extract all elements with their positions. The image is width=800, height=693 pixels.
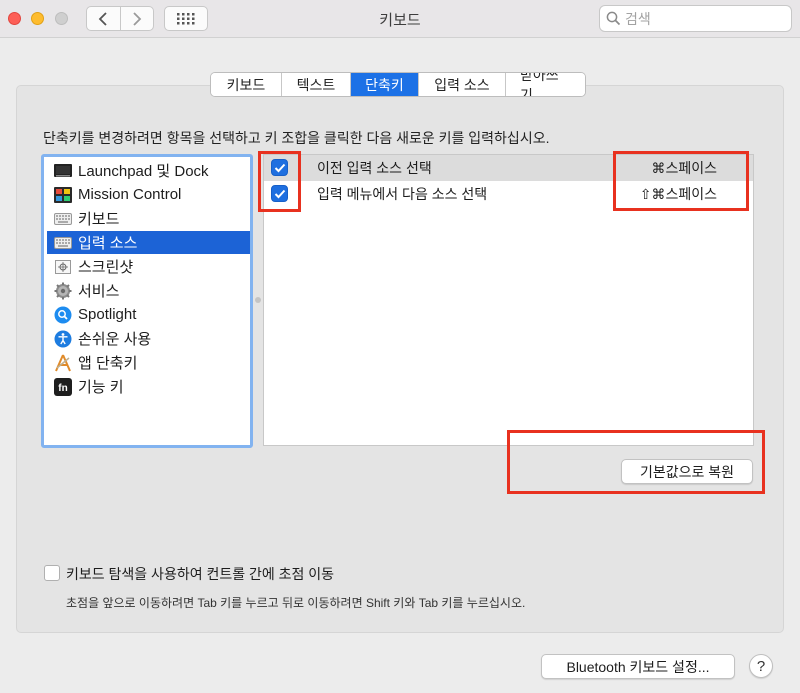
shortcut-label: 이전 입력 소스 선택	[317, 160, 432, 176]
list-item-label: Launchpad 및 Dock	[78, 163, 209, 180]
list-item-services[interactable]: 서비스	[47, 279, 250, 302]
help-button[interactable]: ?	[749, 654, 773, 678]
list-item-label: Spotlight	[78, 306, 137, 323]
keyboard-navigation-hint: 초점을 앞으로 이동하려면 Tab 키를 누르고 뒤로 이동하려면 Shift …	[66, 596, 526, 610]
search-field[interactable]: 검색	[599, 5, 792, 32]
list-item-label: 스크린샷	[78, 259, 134, 276]
shortcut-keys-highlight-box	[613, 151, 749, 211]
list-item-label: 손쉬운 사용	[78, 331, 152, 348]
split-view-divider[interactable]	[255, 297, 261, 303]
list-item-label: 앱 단축키	[78, 355, 138, 372]
keyboard-icon	[54, 210, 72, 228]
checkbox-highlight-box	[258, 151, 301, 212]
list-item-label: 키보드	[78, 211, 120, 228]
title-bar: 키보드 검색	[0, 0, 800, 38]
svg-text:fn: fn	[58, 383, 67, 394]
screenshot-icon	[54, 258, 72, 276]
launchpad-icon	[54, 162, 72, 180]
fn-key-icon: fn	[54, 377, 72, 396]
list-item-label: 입력 소스	[78, 235, 138, 252]
list-item-mission-control[interactable]: Mission Control	[47, 183, 250, 206]
tab-dictation[interactable]: 받아쓰기	[505, 73, 585, 96]
bluetooth-keyboard-setup-button[interactable]: Bluetooth 키보드 설정...	[541, 654, 735, 679]
tab-bar: 키보드 텍스트 단축키 입력 소스 받아쓰기	[210, 72, 586, 97]
keyboard-navigation-checkbox[interactable]	[44, 565, 60, 581]
list-item-screenshot[interactable]: 스크린샷	[47, 255, 250, 278]
restore-button-highlight-box	[507, 430, 765, 494]
tab-text[interactable]: 텍스트	[281, 73, 350, 96]
list-item-function-keys[interactable]: fn 기능 키	[47, 375, 250, 398]
list-item-label: 서비스	[78, 283, 120, 300]
keyboard-navigation-label: 키보드 탐색을 사용하여 컨트롤 간에 초점 이동	[66, 566, 335, 582]
tab-keyboard[interactable]: 키보드	[211, 73, 281, 96]
keyboard-icon	[54, 234, 72, 252]
list-item-launchpad-dock[interactable]: Launchpad 및 Dock	[47, 159, 250, 182]
list-item-spotlight[interactable]: Spotlight	[47, 303, 250, 326]
list-item-input-sources[interactable]: 입력 소스	[47, 231, 250, 254]
app-shortcuts-icon	[54, 354, 72, 372]
list-item-accessibility[interactable]: 손쉬운 사용	[47, 327, 250, 350]
instructions-text: 단축키를 변경하려면 항목을 선택하고 키 조합을 클릭한 다음 새로운 키를 …	[43, 130, 550, 146]
search-placeholder: 검색	[625, 10, 651, 27]
list-item-label: Mission Control	[78, 186, 182, 203]
shortcut-label: 입력 메뉴에서 다음 소스 선택	[317, 186, 488, 202]
list-item-label: 기능 키	[78, 379, 124, 396]
tab-input-sources[interactable]: 입력 소스	[418, 73, 505, 96]
search-icon	[606, 11, 621, 26]
shortcut-category-list[interactable]: Launchpad 및 Dock Mission Control 키보드 입력 …	[41, 154, 253, 448]
tab-shortcuts[interactable]: 단축키	[350, 73, 418, 96]
list-item-keyboard[interactable]: 키보드	[47, 207, 250, 230]
list-item-app-shortcuts[interactable]: 앱 단축키	[47, 351, 250, 374]
gear-icon	[54, 282, 72, 300]
spotlight-icon	[54, 306, 72, 324]
mission-control-icon	[54, 186, 72, 204]
accessibility-icon	[54, 330, 72, 348]
